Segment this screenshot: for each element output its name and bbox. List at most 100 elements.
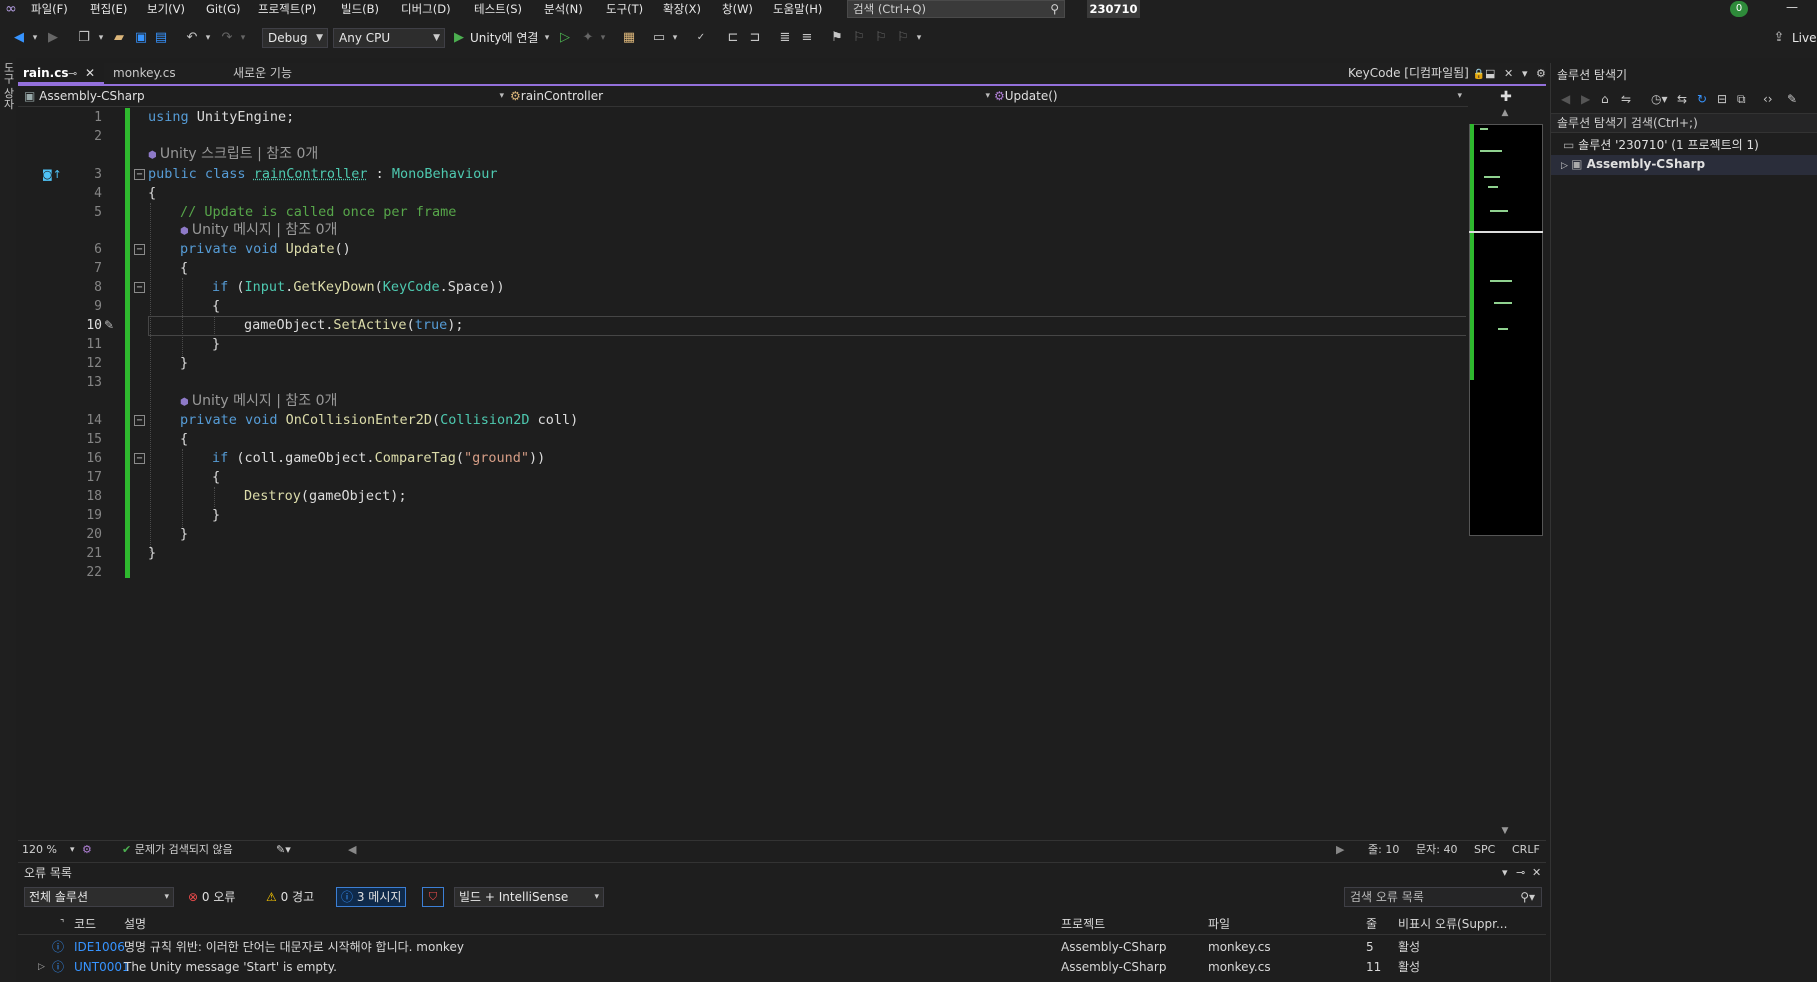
start-debugging-icon[interactable]: ▶	[451, 29, 467, 47]
error-code-link[interactable]: UNT0001	[74, 958, 130, 977]
live-share-icon[interactable]: ⇪	[1770, 29, 1788, 47]
panel-pin-icon[interactable]: ⊸	[1516, 865, 1525, 881]
indent-icon[interactable]: ≡	[798, 29, 816, 47]
attach-unity-button[interactable]: Unity에 연결	[470, 29, 538, 47]
fold-toggle-icon[interactable]: −	[134, 244, 145, 255]
undo-icon[interactable]: ↶	[183, 29, 201, 47]
prev-bookmark-icon[interactable]: ⚐	[850, 29, 868, 47]
copilot-icon[interactable]: ⚙	[82, 841, 92, 859]
tab-whats-new[interactable]: 새로운 기능	[228, 63, 328, 84]
switch-views-icon[interactable]: ⇋	[1621, 91, 1631, 107]
layout-dropdown-icon[interactable]: ▾	[670, 29, 680, 47]
hot-reload-dropdown-icon[interactable]: ▾	[598, 29, 608, 47]
properties-icon[interactable]: ✎	[1787, 91, 1797, 107]
view-code-icon[interactable]: ‹›	[1763, 91, 1773, 107]
codelens-unity-message-2[interactable]: ⬢ Unity 메시지 | 참조 0개	[180, 392, 337, 412]
scroll-up-icon[interactable]: ▲	[1498, 108, 1512, 120]
minimize-icon[interactable]: —	[1782, 0, 1802, 16]
close-preview-icon[interactable]: ✕	[1504, 63, 1513, 84]
forward-icon[interactable]: ▶	[44, 29, 62, 47]
error-search-input[interactable]: 검색 오류 목록 ⚲▾	[1344, 887, 1542, 907]
bookmark-icon[interactable]: ⚑	[828, 29, 846, 47]
project-node[interactable]: ▷ ▣ Assembly-CSharp	[1551, 155, 1817, 175]
global-search-input[interactable]: 검색 (Ctrl+Q) ⚲	[847, 0, 1065, 18]
error-code-link[interactable]: IDE1006	[74, 938, 125, 957]
tab-keycode-preview[interactable]: KeyCode [디컴파일됨] 🔒	[1348, 63, 1485, 84]
menu-file[interactable]: 파일(F)	[31, 1, 68, 17]
browse-icon[interactable]: ▦	[620, 29, 638, 47]
zoom-level[interactable]: 120 %	[22, 841, 57, 859]
column-code[interactable]: 코드	[74, 915, 96, 934]
warnings-filter-toggle[interactable]: ⚠ 0 경고	[262, 887, 318, 907]
open-folder-icon[interactable]: ▰	[110, 29, 128, 47]
notification-badge[interactable]: 0	[1730, 1, 1748, 17]
uncomment-icon[interactable]: ⊐	[746, 29, 764, 47]
close-icon[interactable]: ✕	[85, 63, 95, 84]
menu-extensions[interactable]: 확장(X)	[663, 1, 701, 17]
expand-icon[interactable]: ▷	[38, 958, 45, 977]
forward-icon[interactable]: ▶	[1581, 91, 1590, 107]
undo-dropdown-icon[interactable]: ▾	[203, 29, 213, 47]
platform-select[interactable]: Any CPU ▼	[333, 28, 445, 48]
new-dropdown-icon[interactable]: ▾	[96, 29, 106, 47]
project-dropdown[interactable]: ▣ Assembly-CSharp ▾	[24, 88, 504, 105]
tab-rain-cs[interactable]: rain.cs ⊸ ✕	[18, 63, 104, 84]
toolbar-overflow-icon[interactable]: ▾	[914, 29, 924, 47]
fold-toggle-icon[interactable]: −	[134, 453, 145, 464]
solution-node[interactable]: ▭ 솔루션 '230710' (1 프로젝트의 1)	[1563, 136, 1759, 154]
save-icon[interactable]: ▣	[132, 29, 150, 47]
menu-analyze[interactable]: 분석(N)	[544, 1, 583, 17]
scroll-left-icon[interactable]: ◀	[348, 841, 356, 859]
keep-open-icon[interactable]: ⬓	[1485, 63, 1495, 84]
save-all-icon[interactable]: ▤	[152, 29, 170, 47]
layout-icon[interactable]: ▭	[650, 29, 668, 47]
configuration-select[interactable]: Debug ▼	[262, 28, 328, 48]
error-row[interactable]: ▷ ⓘ UNT0001 The Unity message 'Start' is…	[18, 958, 1546, 978]
menu-git[interactable]: Git(G)	[206, 1, 241, 17]
code-cleanup-icon[interactable]: ✎▾	[276, 841, 291, 859]
cursor-char[interactable]: 문자: 40	[1416, 841, 1457, 859]
next-bookmark-icon[interactable]: ⚐	[872, 29, 890, 47]
outdent-icon[interactable]: ≣	[776, 29, 794, 47]
back-dropdown-icon[interactable]: ▾	[30, 29, 40, 47]
menu-build[interactable]: 빌드(B)	[341, 1, 379, 17]
error-scope-select[interactable]: 전체 솔루션 ▾	[24, 887, 174, 907]
line-ending-mode[interactable]: CRLF	[1512, 841, 1540, 859]
column-line[interactable]: 줄	[1366, 915, 1377, 934]
member-dropdown[interactable]: ⚙Update() ▾	[994, 88, 1462, 105]
show-all-files-icon[interactable]: ⧉	[1737, 91, 1746, 107]
panel-menu-icon[interactable]: ▾	[1502, 865, 1508, 881]
fold-toggle-icon[interactable]: −	[134, 415, 145, 426]
split-window-icon[interactable]: ✚	[1496, 88, 1516, 106]
start-without-debugging-icon[interactable]: ▷	[557, 29, 573, 47]
type-dropdown[interactable]: ⚙rainController ▾	[510, 88, 990, 105]
filter-icon[interactable]: ⛉	[422, 887, 444, 907]
whitespace-mode[interactable]: SPC	[1474, 841, 1495, 859]
errors-filter-toggle[interactable]: ⊗ 0 오류	[184, 887, 239, 907]
column-project[interactable]: 프로젝트	[1061, 915, 1105, 934]
menu-debug[interactable]: 디버그(D)	[401, 1, 451, 17]
issues-indicator[interactable]: ✔ 문제가 검색되지 않음	[122, 841, 233, 859]
codelens-unity-script[interactable]: ⬢ Unity 스크립트 | 참조 0개	[148, 145, 318, 165]
tab-list-dropdown-icon[interactable]: ▾	[1522, 63, 1528, 84]
clear-bookmarks-icon[interactable]: ⚐	[894, 29, 912, 47]
toolbox-tab[interactable]: 도구 상자	[0, 62, 16, 110]
back-icon[interactable]: ◀	[1561, 91, 1570, 107]
column-suppression[interactable]: 비표시 오류(Suppr...	[1398, 915, 1538, 934]
back-icon[interactable]: ◀	[10, 29, 28, 47]
tab-monkey-cs[interactable]: monkey.cs	[108, 63, 194, 84]
fold-toggle-icon[interactable]: −	[134, 169, 145, 180]
unity-script-marker-icon[interactable]: ◙↑	[42, 168, 62, 182]
solution-search-input[interactable]: 솔루션 탐색기 검색(Ctrl+;)	[1551, 113, 1817, 133]
visual-studio-logo-icon[interactable]: ∞	[2, 1, 20, 17]
column-file[interactable]: 파일	[1208, 915, 1230, 934]
expand-icon[interactable]: ▷	[1561, 161, 1571, 171]
new-project-icon[interactable]: ❐	[75, 29, 93, 47]
pin-icon[interactable]: ⊸	[68, 63, 77, 84]
refresh-icon[interactable]: ↻	[1697, 91, 1707, 107]
error-row[interactable]: ⓘ IDE1006 명명 규칙 위반: 이러한 단어는 대문자로 시작해야 합니…	[18, 938, 1546, 958]
menu-edit[interactable]: 편집(E)	[90, 1, 127, 17]
minimap-view[interactable]	[1469, 124, 1543, 536]
run-dropdown-icon[interactable]: ▾	[542, 29, 552, 47]
messages-filter-toggle[interactable]: ⓘ 3 메시지	[336, 887, 407, 907]
